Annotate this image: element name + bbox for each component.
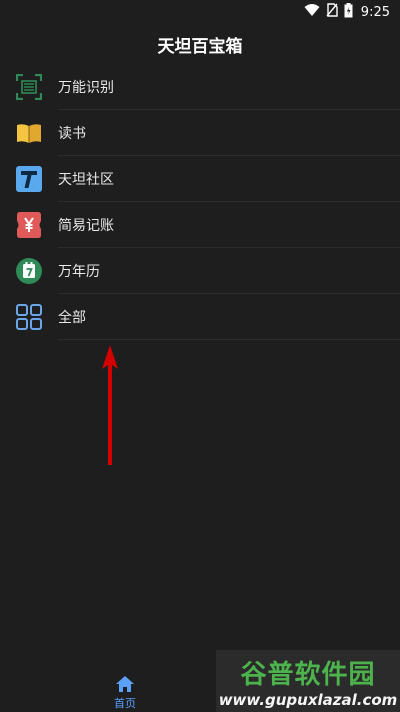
- watermark-url: www.gupuxlazal.com: [218, 690, 398, 709]
- menu-item-label: 天坦社区: [58, 172, 114, 188]
- status-bar: 9:25: [0, 0, 400, 24]
- annotation-arrow: [100, 345, 120, 471]
- home-icon: [116, 676, 134, 695]
- calendar-icon: [15, 257, 43, 285]
- page-title: 天坦百宝箱: [157, 36, 243, 57]
- grid-icon: [15, 303, 43, 331]
- menu-item-label: 全部: [58, 310, 86, 326]
- app-bar: 天坦百宝箱: [0, 24, 400, 64]
- menu-item-label: 读书: [58, 126, 86, 142]
- watermark-title: 谷普软件园: [240, 659, 376, 690]
- yuan-ticket-icon: [15, 211, 43, 239]
- status-time: 9:25: [360, 4, 390, 20]
- menu-item-scan[interactable]: 万能识别: [0, 64, 400, 110]
- watermark: 谷普软件园 www.gupuxlazal.com: [216, 650, 400, 712]
- menu-item-label: 简易记账: [58, 218, 114, 234]
- book-icon: [15, 119, 43, 147]
- menu-item-calendar[interactable]: 万年历: [0, 248, 400, 294]
- tab-home[interactable]: 首页: [105, 676, 145, 712]
- menu-item-community[interactable]: 天坦社区: [0, 156, 400, 202]
- menu-item-label: 万年历: [58, 264, 100, 280]
- menu-list: 万能识别 读书 天坦社区 简易记账 万年历 全部: [0, 64, 400, 340]
- no-sim-icon: [326, 3, 338, 21]
- t-logo-icon: [15, 165, 43, 193]
- tab-home-label: 首页: [114, 697, 136, 710]
- menu-item-bookkeeping[interactable]: 简易记账: [0, 202, 400, 248]
- menu-item-label: 万能识别: [58, 80, 114, 96]
- wifi-icon: [304, 3, 320, 21]
- battery-icon: [344, 2, 353, 22]
- menu-item-all[interactable]: 全部: [0, 294, 400, 340]
- scan-icon: [15, 73, 43, 101]
- menu-item-reading[interactable]: 读书: [0, 110, 400, 156]
